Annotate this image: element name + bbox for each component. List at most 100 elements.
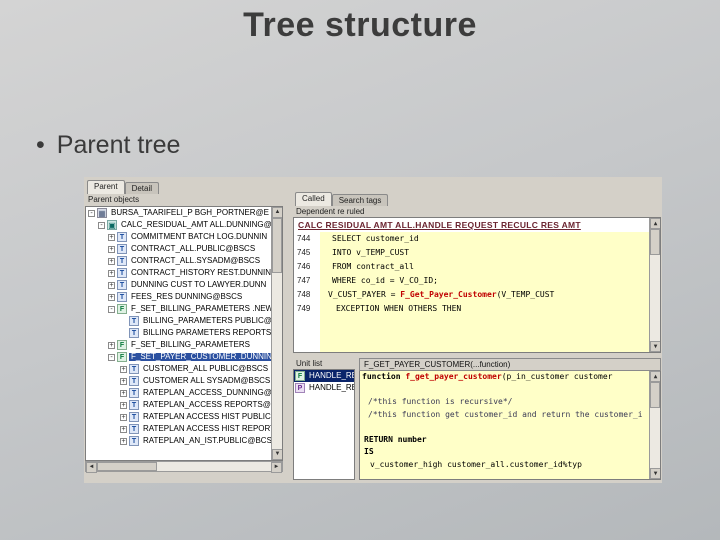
tree-vertical-scrollbar[interactable]: ▲ ▼: [271, 207, 282, 460]
tree-row[interactable]: + T RATEPLAN_AN_IST.PUBLIC@BCS: [86, 435, 282, 447]
scrollbar-thumb[interactable]: [650, 382, 660, 408]
scroll-down-icon[interactable]: ▼: [650, 341, 660, 352]
tree-row[interactable]: + T CONTRACT_ALL.PUBLIC@BSCS: [86, 243, 282, 255]
expander-icon[interactable]: [120, 330, 127, 337]
expander-icon[interactable]: -: [88, 209, 95, 217]
code-line: function f_get_payer_customer(p_in_custo…: [360, 371, 660, 384]
function-code: function f_get_payer_customer(p_in_custo…: [359, 371, 661, 480]
expander-icon[interactable]: +: [120, 401, 127, 409]
code-text: WHERE co_id = V_CO_ID;: [320, 276, 438, 286]
code-vertical-scrollbar[interactable]: ▲ ▼: [649, 218, 660, 352]
tree-row[interactable]: - ▦ BURSA_TAARIFELI_P BGH_PORTNER@E: [86, 207, 282, 219]
parent-objects-header: Parent objects: [88, 195, 140, 204]
expander-icon[interactable]: +: [108, 245, 115, 253]
code-text: EXCEPTION WHEN OTHERS THEN: [320, 304, 461, 314]
tree-row[interactable]: + T CONTRACT_HISTORY REST.DUNNIN: [86, 267, 282, 279]
function-name[interactable]: f_get_payer_customer: [405, 372, 501, 381]
table-icon: T: [117, 292, 127, 302]
expander-icon[interactable]: +: [108, 281, 115, 289]
tree-row[interactable]: + T CUSTOMER_ALL PUBLIC@BSCS: [86, 363, 282, 375]
scrollbar-thumb[interactable]: [272, 218, 282, 273]
scrollbar-thumb[interactable]: [650, 229, 660, 255]
function-source-view: F_GET_PAYER_CUSTOMER(...function) functi…: [359, 358, 661, 480]
tree-row-label: F_SET_BILLING_PARAMETERS .NEW: [131, 303, 274, 313]
expander-icon[interactable]: -: [98, 221, 105, 229]
code-text: V_CUST_PAYER = F_Get_Payer_Customer(V_TE…: [320, 290, 554, 300]
scroll-up-icon[interactable]: ▲: [650, 218, 660, 229]
scroll-down-icon[interactable]: ▼: [650, 468, 660, 479]
expander-icon[interactable]: +: [108, 233, 115, 241]
tree-row-selected[interactable]: - F F_SET_PAYER_CUSTOMER .DUNNIN: [86, 351, 282, 363]
tree-row-label: CUSTOMER ALL SYSADM@BSCS: [143, 375, 271, 385]
procedure-icon: P: [295, 383, 305, 393]
unit-list-item-label: HANDLE_RE: [309, 370, 355, 380]
code-segment: FROM contract_all: [332, 261, 414, 271]
scroll-up-icon[interactable]: ▲: [272, 207, 282, 218]
tree-row[interactable]: + T RATEPLAN ACCESS HIST REPORTS: [86, 423, 282, 435]
tree-row[interactable]: + T CUSTOMER ALL SYSADM@BSCS: [86, 375, 282, 387]
tree-row-label: RATEPLAN_AN_IST.PUBLIC@BCS: [143, 435, 272, 445]
scrollbar-track[interactable]: [157, 462, 271, 471]
expander-icon[interactable]: +: [108, 257, 115, 265]
tree-row[interactable]: + T RATEPLAN ACCESS HIST PUBLIC@: [86, 411, 282, 423]
tree-row[interactable]: - ▣ CALC_RESIDUAL_AMT ALL.DUNNING@E: [86, 219, 282, 231]
expander-icon[interactable]: +: [120, 389, 127, 397]
dependent-code-panel: Called Search tags Dependent re ruled CA…: [293, 192, 661, 353]
scrollbar-track[interactable]: [650, 255, 660, 341]
expander-icon[interactable]: -: [108, 353, 115, 361]
tree-horizontal-scrollbar[interactable]: ◄ ►: [85, 461, 283, 473]
code-comment: /*this function is recursive*/: [360, 396, 660, 409]
tree-row-label: CONTRACT_ALL.SYSADM@BSCS: [131, 255, 261, 265]
expander-icon[interactable]: +: [120, 425, 127, 433]
tab-called[interactable]: Called: [295, 192, 332, 206]
scroll-right-icon[interactable]: ►: [271, 462, 282, 473]
tab-parent[interactable]: Parent: [87, 180, 125, 194]
expander-icon[interactable]: +: [108, 269, 115, 277]
tree-row[interactable]: T BILLING_PARAMETERS PUBLIC@: [86, 315, 282, 327]
scroll-up-icon[interactable]: ▲: [650, 371, 660, 382]
code-segment: IS: [364, 447, 374, 456]
tree-row[interactable]: + T RATEPLAN_ACCESS_DUNNING@BSC: [86, 387, 282, 399]
slide-title: Tree structure: [243, 6, 477, 44]
expander-icon[interactable]: +: [120, 377, 127, 385]
tab-search-tags[interactable]: Search tags: [331, 194, 389, 206]
function-vertical-scrollbar[interactable]: ▲ ▼: [649, 371, 660, 479]
expander-icon[interactable]: [120, 318, 127, 325]
tree-row[interactable]: + F F_SET_BILLING_PARAMETERS: [86, 339, 282, 351]
table-icon: T: [129, 388, 139, 398]
parent-tree: - ▦ BURSA_TAARIFELI_P BGH_PORTNER@E - ▣ CALC…: [85, 206, 283, 461]
unit-list-item-selected[interactable]: F HANDLE_RE: [294, 370, 354, 382]
line-number: 745: [297, 247, 311, 257]
code-segment: INTO v_TEMP_CUST: [332, 247, 410, 257]
tree-row[interactable]: + T RATEPLAN_ACCESS REPORTS@BSC: [86, 399, 282, 411]
code-segment: /*this function is recursive*/: [368, 397, 513, 406]
tree-row[interactable]: + T CONTRACT_ALL.SYSADM@BSCS: [86, 255, 282, 267]
tree-row[interactable]: + T COMMITMENT BATCH LOG.DUNNIN: [86, 231, 282, 243]
tree-row[interactable]: - F F_SET_BILLING_PARAMETERS .NEW: [86, 303, 282, 315]
function-icon: F: [295, 371, 305, 381]
scrollbar-track[interactable]: [650, 408, 660, 468]
code-text: FROM contract_all: [320, 261, 414, 272]
table-icon: T: [129, 376, 139, 386]
expander-icon[interactable]: +: [120, 437, 127, 445]
tab-detail[interactable]: Detail: [124, 182, 160, 194]
expander-icon[interactable]: +: [120, 413, 127, 421]
tree-row[interactable]: + T DUNNING CUST TO LAWYER.DUNN: [86, 279, 282, 291]
tree-row[interactable]: + T FEES_RES DUNNING@BSCS: [86, 291, 282, 303]
scroll-down-icon[interactable]: ▼: [272, 449, 282, 460]
expander-icon[interactable]: +: [108, 293, 115, 301]
expander-icon[interactable]: +: [108, 341, 115, 349]
table-icon: T: [129, 364, 139, 374]
tree-row-label: CONTRACT_ALL.PUBLIC@BSCS: [131, 243, 256, 253]
function-call-link[interactable]: F_Get_Payer_Customer: [400, 290, 496, 299]
procedure-title[interactable]: CALC RESIDUAL AMT ALL.HANDLE REQUEST REC…: [294, 218, 660, 232]
scrollbar-thumb[interactable]: [97, 462, 157, 471]
table-icon: T: [129, 436, 139, 446]
scroll-left-icon[interactable]: ◄: [86, 462, 97, 473]
tree-row[interactable]: T BILLING PARAMETERS REPORTS: [86, 327, 282, 339]
unit-list-item[interactable]: P HANDLE_RE: [294, 382, 354, 394]
table-icon: T: [129, 424, 139, 434]
scrollbar-track[interactable]: [272, 273, 282, 449]
expander-icon[interactable]: +: [120, 365, 127, 373]
expander-icon[interactable]: -: [108, 305, 115, 313]
